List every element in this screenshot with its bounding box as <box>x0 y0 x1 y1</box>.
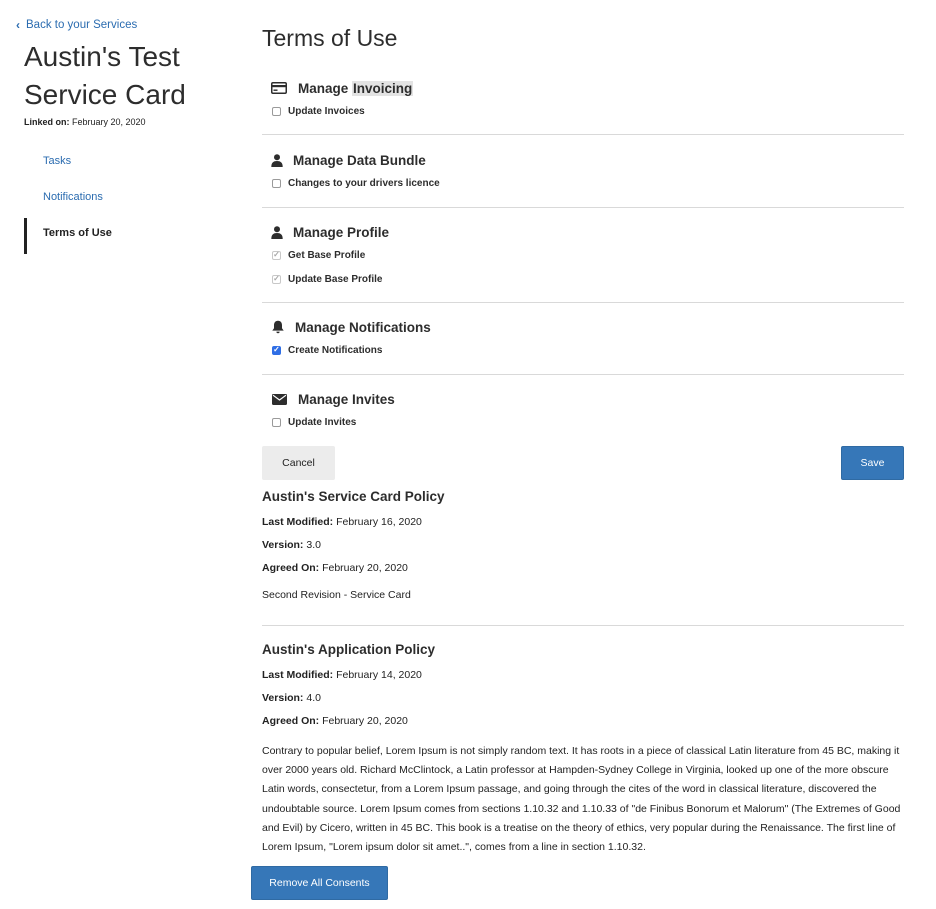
group-title: Manage Notifications <box>295 319 431 335</box>
permission-group-invoicing: Manage Invoicing Update Invoices <box>262 77 904 123</box>
group-header: Manage Notifications <box>262 316 904 338</box>
group-header: Manage Data Bundle <box>262 149 904 171</box>
nav-item-tasks[interactable]: Tasks <box>24 146 112 182</box>
policy-description: Contrary to popular belief, Lorem Ipsum … <box>262 745 901 854</box>
group-header: Manage Invites <box>262 388 904 410</box>
linked-on-label: Linked on: <box>24 117 70 127</box>
permission-item[interactable]: Update Invoices <box>262 99 904 123</box>
checkbox[interactable]: ✓ <box>272 345 281 355</box>
sidebar: ‹ Back to your Services Austin's Test Se… <box>0 0 230 909</box>
meta-value: February 16, 2020 <box>336 516 422 528</box>
divider <box>262 374 904 375</box>
permission-label: Changes to your drivers licence <box>288 177 440 189</box>
permission-label: Update Invites <box>288 416 357 428</box>
meta-label: Last Modified: <box>262 669 334 681</box>
side-nav: Tasks Notifications Terms of Use <box>24 146 112 254</box>
checkbox[interactable] <box>272 106 281 116</box>
group-header: Manage Invoicing <box>262 77 904 99</box>
linked-on-value: February 20, 2020 <box>72 117 146 127</box>
policy-last-modified: Last Modified: February 14, 2020 <box>262 664 904 687</box>
nav-item-notifications[interactable]: Notifications <box>24 182 112 218</box>
permission-group-profile: Manage Profile ✓ Get Base Profile ✓ Upda… <box>262 221 904 291</box>
meta-label: Last Modified: <box>262 516 334 528</box>
credit-card-icon <box>270 80 288 96</box>
meta-value: February 20, 2020 <box>322 562 408 574</box>
policy-application: Austin's Application Policy Last Modifie… <box>262 640 904 857</box>
meta-value: February 20, 2020 <box>322 715 408 727</box>
permission-label: Update Base Profile <box>288 273 383 285</box>
group-title: Manage Profile <box>293 224 390 240</box>
checkbox[interactable] <box>272 417 281 427</box>
meta-value: 4.0 <box>306 692 321 704</box>
checkbox: ✓ <box>272 274 281 284</box>
group-title: Manage Invites <box>298 391 395 407</box>
policy-agreed-on: Agreed On: February 20, 2020 <box>262 557 904 580</box>
save-button[interactable]: Save <box>841 446 904 480</box>
policy-title: Austin's Service Card Policy <box>262 489 445 504</box>
group-title-prefix: Manage <box>298 80 353 96</box>
policy-last-modified: Last Modified: February 16, 2020 <box>262 511 904 534</box>
user-icon <box>270 152 283 168</box>
permission-item[interactable]: Changes to your drivers licence <box>262 171 904 195</box>
service-title: Austin's Test Service Card <box>24 41 186 110</box>
cancel-button[interactable]: Cancel <box>262 446 335 480</box>
remove-all-consents-button[interactable]: Remove All Consents <box>251 866 388 900</box>
page-title: Terms of Use <box>262 25 398 51</box>
back-link-label: Back to your Services <box>26 19 138 31</box>
bell-icon <box>270 319 285 335</box>
linked-on: Linked on: February 20, 2020 <box>24 117 146 127</box>
policy-description: Second Revision - Service Card <box>262 589 411 601</box>
permission-item: ✓ Update Base Profile <box>262 267 904 291</box>
permission-label: Update Invoices <box>288 105 365 117</box>
user-icon <box>270 224 283 240</box>
divider <box>262 134 904 135</box>
checkbox: ✓ <box>272 250 281 260</box>
meta-value: February 14, 2020 <box>336 669 422 681</box>
meta-label: Agreed On: <box>262 715 320 727</box>
group-title: Manage Invoicing <box>298 80 414 96</box>
divider <box>262 302 904 303</box>
chevron-left-icon: ‹ <box>16 18 20 32</box>
permission-item[interactable]: Update Invites <box>262 410 904 434</box>
meta-value: 3.0 <box>306 539 321 551</box>
permission-group-data-bundle: Manage Data Bundle Changes to your drive… <box>262 149 904 195</box>
group-title: Manage Data Bundle <box>293 152 426 168</box>
policy-version: Version: 3.0 <box>262 534 904 557</box>
permission-item[interactable]: ✓ Create Notifications <box>262 338 904 362</box>
policy-agreed-on: Agreed On: February 20, 2020 <box>262 710 904 733</box>
permission-item: ✓ Get Base Profile <box>262 243 904 267</box>
meta-label: Version: <box>262 539 304 551</box>
meta-label: Agreed On: <box>262 562 320 574</box>
back-link[interactable]: ‹ Back to your Services <box>16 19 137 31</box>
nav-item-terms-of-use[interactable]: Terms of Use <box>24 218 112 254</box>
permission-label: Get Base Profile <box>288 249 366 261</box>
divider <box>262 625 904 626</box>
permission-group-invites: Manage Invites Update Invites <box>262 388 904 434</box>
divider <box>262 207 904 208</box>
policy-title: Austin's Application Policy <box>262 642 435 657</box>
checkbox[interactable] <box>272 178 281 188</box>
group-header: Manage Profile <box>262 221 904 243</box>
group-title-highlight: Invoicing <box>352 80 414 96</box>
permission-label: Create Notifications <box>288 344 383 356</box>
envelope-icon <box>270 391 288 407</box>
permission-group-notifications: Manage Notifications ✓ Create Notificati… <box>262 316 904 362</box>
policy-service-card: Austin's Service Card Policy Last Modifi… <box>262 487 904 601</box>
policy-version: Version: 4.0 <box>262 687 904 710</box>
meta-label: Version: <box>262 692 304 704</box>
